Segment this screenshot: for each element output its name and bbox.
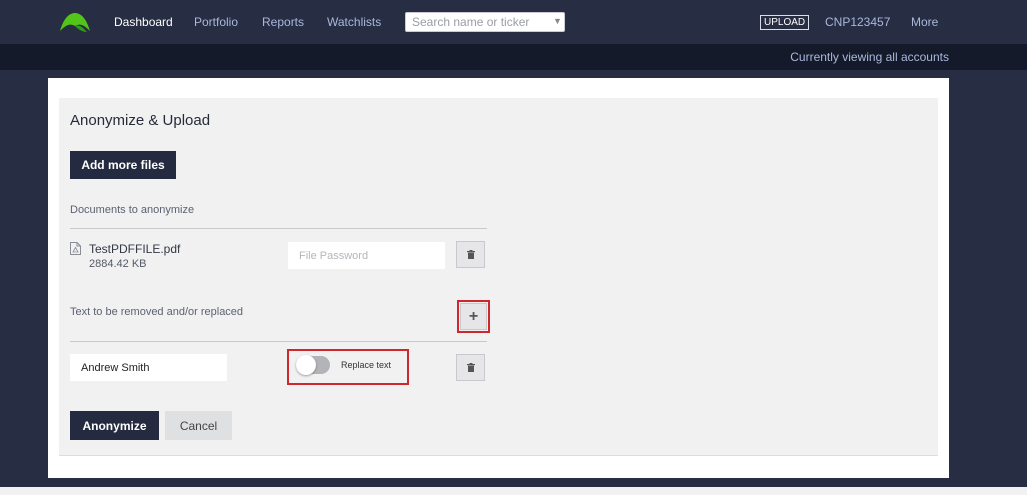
pdf-file-icon bbox=[70, 242, 81, 255]
delete-file-button[interactable] bbox=[456, 241, 485, 268]
nav-reports[interactable]: Reports bbox=[262, 15, 304, 29]
plus-icon: + bbox=[468, 307, 479, 325]
text-to-remove-input[interactable] bbox=[70, 354, 227, 381]
account-menu[interactable]: CNP123457 bbox=[825, 15, 890, 29]
nav-portfolio[interactable]: Portfolio bbox=[194, 15, 238, 29]
account-context-text[interactable]: Currently viewing all accounts bbox=[790, 50, 949, 64]
trash-icon bbox=[466, 363, 475, 372]
text-removal-section-label: Text to be removed and/or replaced bbox=[70, 306, 244, 318]
app-logo-icon[interactable] bbox=[58, 11, 92, 33]
footer-strip bbox=[0, 487, 1027, 495]
file-password-input[interactable] bbox=[288, 242, 445, 269]
add-text-button[interactable]: + bbox=[460, 303, 487, 330]
anonymize-upload-panel: Anonymize & Upload Add more files Docume… bbox=[59, 98, 938, 456]
nav-dashboard[interactable]: Dashboard bbox=[114, 15, 173, 29]
upload-button[interactable]: UPLOAD bbox=[760, 15, 810, 30]
page-title: Anonymize & Upload bbox=[70, 112, 211, 129]
documents-section-label: Documents to anonymize bbox=[70, 204, 195, 216]
file-size: 2884.42 KB bbox=[89, 258, 147, 270]
search-input[interactable] bbox=[405, 12, 565, 32]
toggle-knob bbox=[296, 355, 316, 375]
anonymize-button[interactable]: Anonymize bbox=[70, 411, 159, 440]
cancel-button[interactable]: Cancel bbox=[165, 411, 232, 440]
trash-icon bbox=[466, 250, 475, 259]
delete-text-button[interactable] bbox=[456, 354, 485, 381]
more-menu[interactable]: More bbox=[911, 15, 938, 29]
text-removal-divider bbox=[70, 341, 487, 342]
account-context-bar: Currently viewing all accounts bbox=[0, 44, 1027, 70]
add-more-files-button[interactable]: Add more files bbox=[70, 151, 176, 179]
chevron-down-icon[interactable]: ▼ bbox=[553, 16, 562, 26]
main-content: Anonymize & Upload Add more files Docume… bbox=[48, 78, 949, 478]
nav-watchlists[interactable]: Watchlists bbox=[327, 15, 381, 29]
top-navigation-bar: Dashboard Portfolio Reports Watchlists ▼… bbox=[0, 0, 1027, 44]
replace-text-toggle[interactable] bbox=[296, 355, 330, 375]
documents-divider bbox=[70, 228, 487, 229]
replace-text-label: Replace text bbox=[341, 360, 392, 370]
file-name: TestPDFFILE.pdf bbox=[89, 242, 181, 256]
